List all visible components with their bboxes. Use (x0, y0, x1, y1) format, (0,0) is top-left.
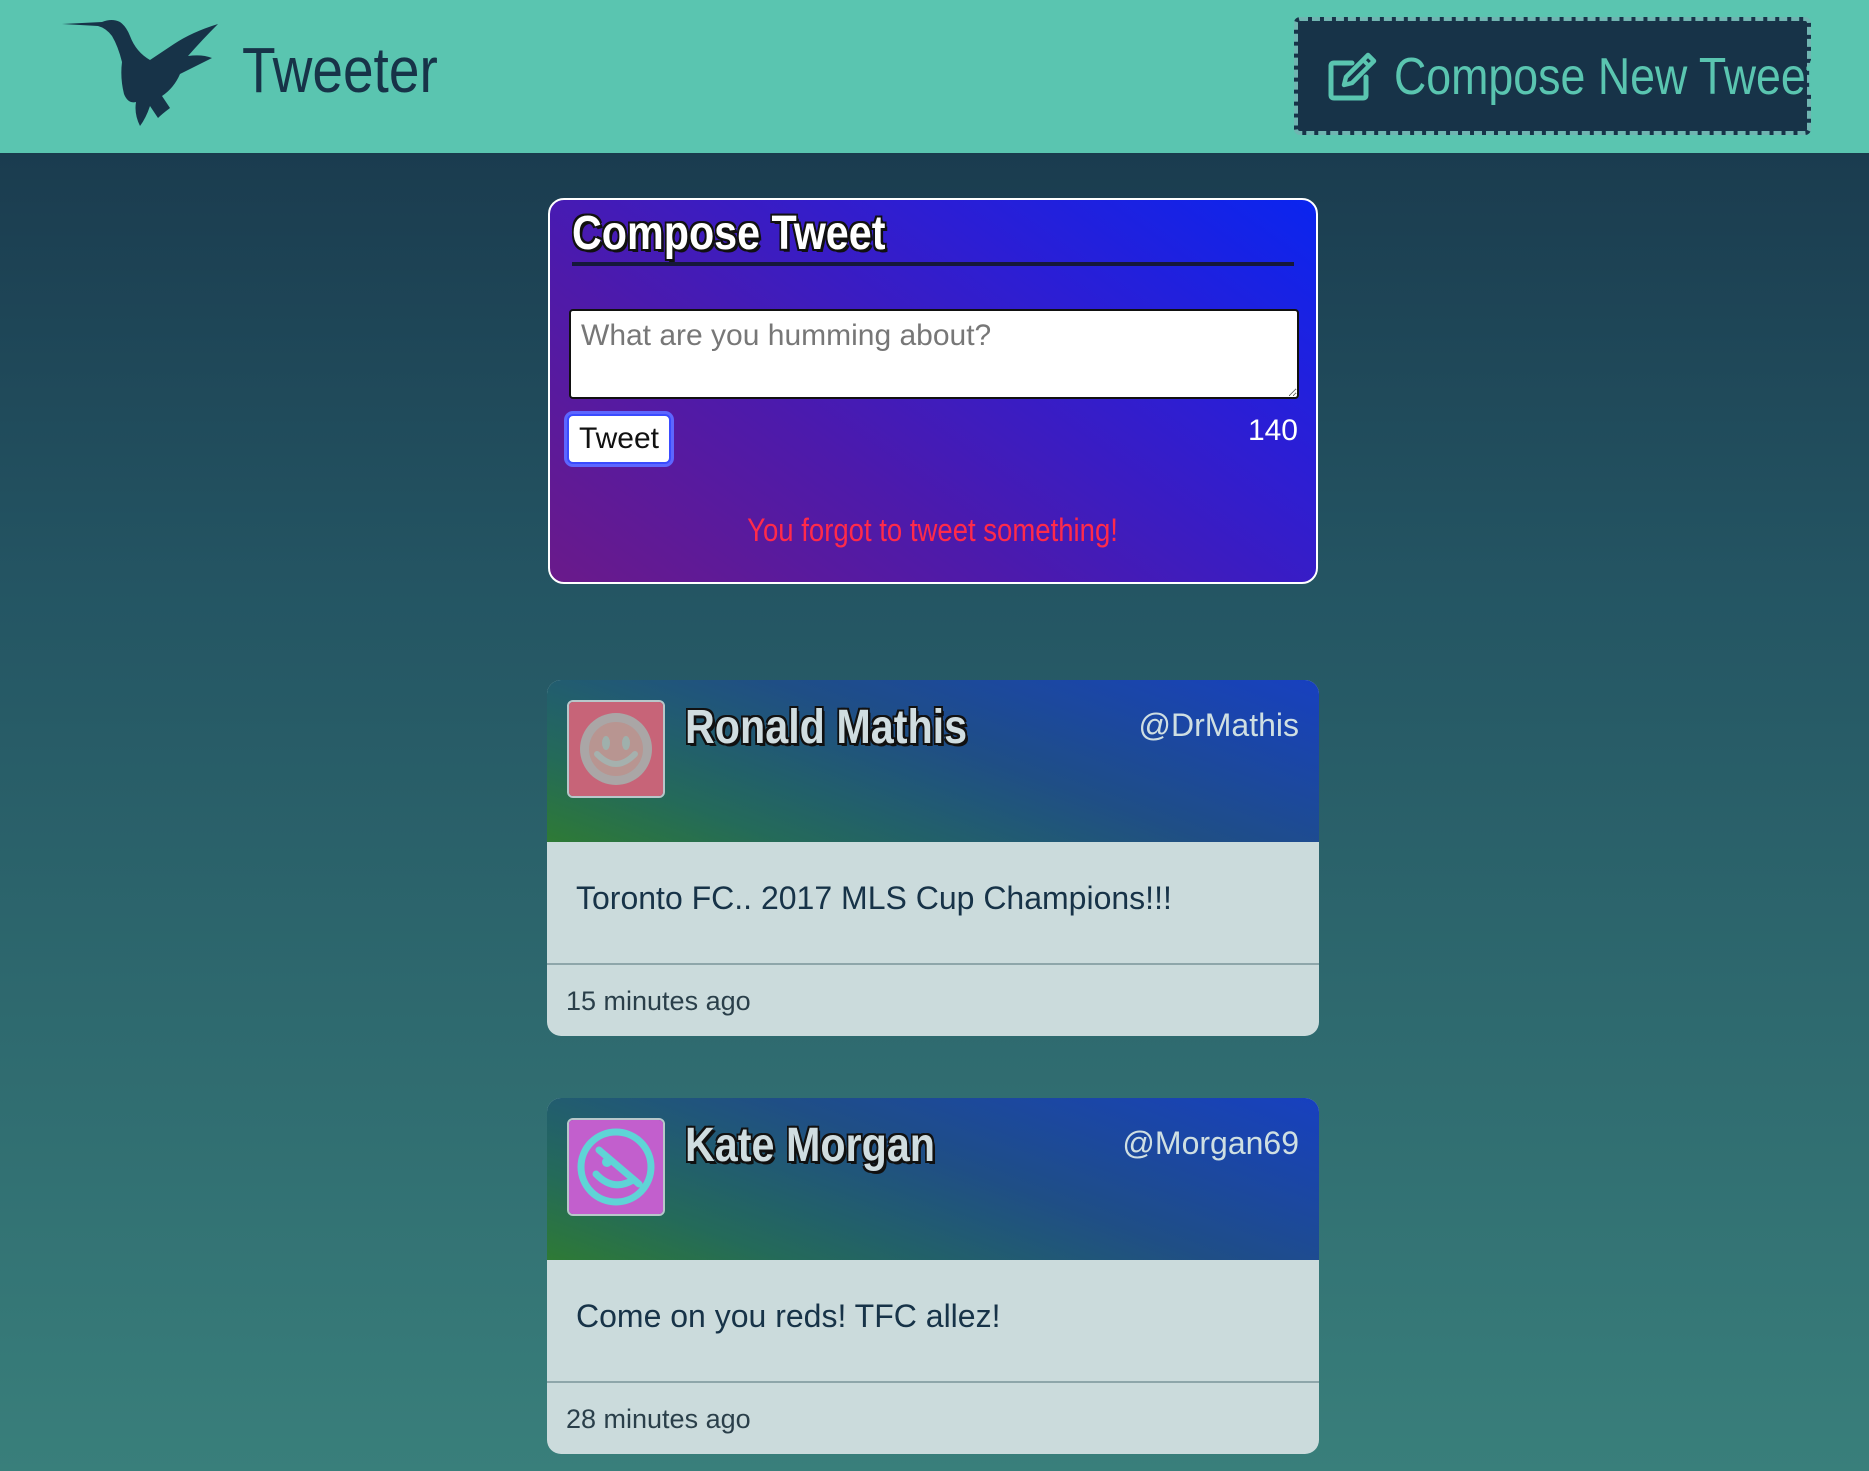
eyepatch-smiley-avatar-icon (569, 1120, 663, 1214)
top-nav: Tweeter Compose New Tweet (0, 0, 1869, 155)
tweet-timestamp: 28 minutes ago (566, 1404, 751, 1434)
tweet-card: Ronald Mathis @DrMathis Toronto FC.. 201… (547, 680, 1319, 1036)
tweet-author-name: Kate Morgan (685, 1119, 936, 1172)
title-divider (572, 262, 1294, 266)
compose-title: Compose Tweet (572, 207, 886, 260)
compose-tweet-panel: Compose Tweet Tweet 140 You forgot to tw… (548, 198, 1318, 584)
tweet-timestamp: 15 minutes ago (566, 986, 751, 1016)
compose-new-tweet-label: Compose New Tweet (1394, 48, 1819, 106)
tweet-text-input[interactable] (569, 309, 1299, 399)
tweet-content: Come on you reds! TFC allez! (576, 1298, 1001, 1334)
tweet-header: Ronald Mathis @DrMathis (547, 680, 1319, 842)
edit-icon (1326, 51, 1378, 103)
error-message: You forgot to tweet something! (747, 512, 1119, 548)
tweet-content: Toronto FC.. 2017 MLS Cup Champions!!! (576, 880, 1172, 916)
tweet-header: Kate Morgan @Morgan69 (547, 1098, 1319, 1260)
hummingbird-icon (62, 14, 224, 130)
brand-title: Tweeter (242, 34, 438, 106)
tweet-submit-button[interactable]: Tweet (567, 414, 671, 464)
compose-new-tweet-button[interactable]: Compose New Tweet (1294, 17, 1818, 135)
character-counter: 140 (1247, 414, 1298, 447)
tweet-footer-divider (547, 963, 1319, 965)
avatar (567, 1118, 665, 1216)
tweet-footer-divider (547, 1381, 1319, 1383)
avatar (567, 700, 665, 798)
tweet-author-name: Ronald Mathis (685, 701, 968, 754)
tweet-author-handle: @DrMathis (1138, 707, 1300, 743)
error-message-container: You forgot to tweet something! (550, 512, 1316, 549)
smiley-avatar-icon (569, 702, 663, 796)
tweet-author-handle: @Morgan69 (1122, 1125, 1299, 1161)
tweet-card: Kate Morgan @Morgan69 Come on you reds! … (547, 1098, 1319, 1454)
